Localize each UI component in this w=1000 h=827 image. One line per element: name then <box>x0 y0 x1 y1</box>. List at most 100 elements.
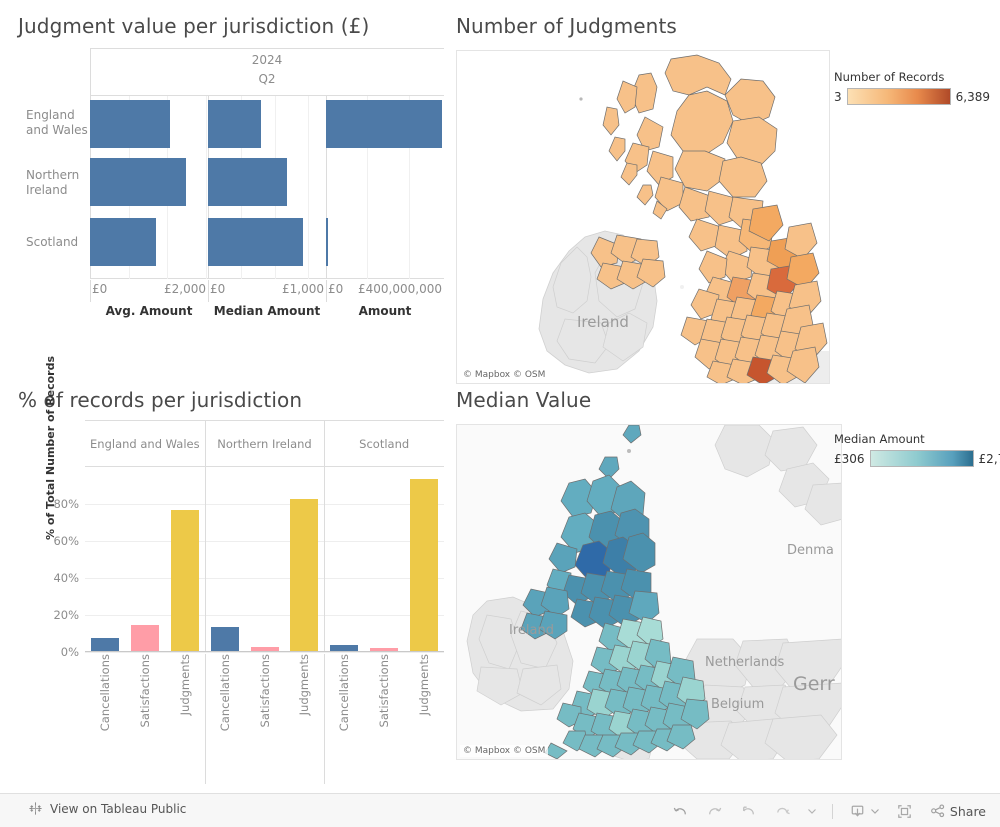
panel-title-pct-records: % of records per jurisdiction <box>18 388 303 412</box>
map-label-belgium: Belgium <box>711 697 765 712</box>
measure-name[interactable]: Median Amount <box>208 304 326 318</box>
jurisdiction-header-northern-ireland[interactable]: Northern Ireland <box>205 421 325 468</box>
row-label-england-and-wales[interactable]: England and Wales <box>26 108 90 138</box>
x-tick-label-cancellations[interactable]: Cancellations <box>98 654 112 731</box>
x-tick-label-satisfactions[interactable]: Satisfactions <box>258 654 272 727</box>
bar-england-and-wales[interactable] <box>326 100 442 148</box>
x-tick-label-judgments[interactable]: Judgments <box>178 654 192 715</box>
legend-ramp-row: £306 £2,743 <box>834 450 1000 467</box>
map-label-ireland: Ireland <box>509 623 554 638</box>
panel-pct-records: % of records per jurisdiction % of Total… <box>18 356 448 800</box>
panel-title-median-value: Median Value <box>456 388 592 412</box>
view-on-tableau-public-link[interactable]: View on Tableau Public <box>28 801 186 816</box>
bar-england-and-wales-judgments[interactable] <box>170 510 199 651</box>
axis-separator <box>90 280 91 302</box>
judgment-value-plot <box>90 96 444 279</box>
bar-northern-ireland[interactable] <box>90 158 186 206</box>
measure-name[interactable]: Amount <box>326 304 444 318</box>
map-label-denmark: Denma <box>787 543 834 558</box>
tableau-logo-icon <box>29 802 42 815</box>
header-vline-left <box>90 48 91 96</box>
share-label: Share <box>949 803 986 819</box>
bar-northern-ireland-judgments[interactable] <box>290 499 319 651</box>
map-label-germany: Gerr <box>793 673 835 695</box>
bar-northern-ireland-cancellations[interactable] <box>210 626 239 651</box>
map-median-value[interactable]: Ireland Denma Netherlands Belgium Gerr ©… <box>456 424 842 760</box>
bar-northern-ireland-satisfactions[interactable] <box>250 647 279 651</box>
x-tick-label-cancellations[interactable]: Cancellations <box>218 654 232 731</box>
axis-ticks: £0 £1,000 <box>208 280 326 302</box>
view-on-tableau-public-label: View on Tableau Public <box>50 801 187 816</box>
bar-scotland[interactable] <box>326 218 328 266</box>
panel-separator <box>204 654 206 784</box>
map-number-of-judgments[interactable]: Ireland © Mapbox © OSM <box>456 50 830 384</box>
measure-name-row: Avg. Amount Median Amount Amount <box>90 304 444 328</box>
legend-max-value: £2,743 <box>978 451 1000 466</box>
panel-title-number-of-judgments: Number of Judgments <box>456 14 677 38</box>
caret-down-icon[interactable] <box>807 806 817 816</box>
x-tick-label-satisfactions[interactable]: Satisfactions <box>377 654 391 727</box>
x-tick-label-judgments[interactable]: Judgments <box>297 654 311 715</box>
bar-scotland[interactable] <box>208 218 303 266</box>
redo-icon[interactable] <box>705 802 724 821</box>
map-label-netherlands: Netherlands <box>705 655 785 670</box>
axis-ticks: £0 £2,000 <box>90 280 208 302</box>
toolbar-divider <box>831 803 833 819</box>
legend-median-amount: Median Amount £306 £2,743 <box>834 432 1000 467</box>
map-label-ireland: Ireland <box>577 313 629 331</box>
bar-northern-ireland[interactable] <box>208 158 287 206</box>
map-attribution: © Mapbox © OSM <box>460 369 549 381</box>
bar-scotland-satisfactions[interactable] <box>370 648 399 651</box>
column-header-band: 2024 Q2 <box>90 48 444 96</box>
x-tick-label-satisfactions[interactable]: Satisfactions <box>138 654 152 727</box>
legend-max-value: 6,389 <box>955 89 990 104</box>
share-icon[interactable]: Share <box>929 802 986 820</box>
bar-england-and-wales[interactable] <box>208 100 262 148</box>
panel-number-of-judgments: Number of Judgments Ireland © Mapbox © O… <box>456 14 990 384</box>
legend-title: Number of Records <box>834 70 945 84</box>
jurisdiction-header-england-and-wales[interactable]: England and Wales <box>85 421 205 468</box>
axis-tick-max: £400,000,000 <box>358 282 442 296</box>
judgment-value-matrix-chart[interactable]: 2024 Q2 England and Wales Northern Irela… <box>18 48 444 338</box>
legend-min-value: 3 <box>834 89 842 104</box>
map-orange-svg <box>457 51 829 383</box>
undo-icon[interactable] <box>671 802 690 821</box>
y-tick-label: 60% <box>53 534 79 548</box>
x-tick-label-cancellations[interactable]: Cancellations <box>337 654 351 731</box>
measure-name[interactable]: Avg. Amount <box>90 304 208 318</box>
bar-scotland-judgments[interactable] <box>410 478 439 651</box>
legend-ramp-row: 3 6,389 <box>834 88 990 105</box>
legend-number-of-records: Number of Records 3 6,389 <box>834 70 990 105</box>
fullscreen-icon[interactable] <box>895 802 914 821</box>
legend-gradient-orange <box>846 88 951 105</box>
bar-row <box>90 218 208 266</box>
row-label-scotland[interactable]: Scotland <box>26 235 90 250</box>
bar-england-and-wales-satisfactions[interactable] <box>130 625 159 651</box>
bar-row <box>326 158 444 206</box>
axis-tick-min: £0 <box>92 282 108 296</box>
bar-row <box>208 100 326 148</box>
bar-england-and-wales-cancellations[interactable] <box>90 638 119 651</box>
bar-england-and-wales[interactable] <box>90 100 171 148</box>
bar-row <box>326 218 444 266</box>
download-icon[interactable] <box>848 802 880 821</box>
panel-separator <box>324 467 326 651</box>
pct-records-plot <box>85 467 444 653</box>
axis-separator <box>326 280 327 302</box>
refresh-icon[interactable] <box>773 802 792 821</box>
bar-scotland-cancellations[interactable] <box>330 645 359 651</box>
column-header-quarter: Q2 <box>258 72 276 86</box>
panel-median-value: Median Value Ireland Denma Netherlands B… <box>456 388 1000 788</box>
revert-icon[interactable] <box>739 802 758 821</box>
column-header-year: 2024 <box>251 53 283 67</box>
gridline <box>85 615 444 616</box>
y-tick-label: 80% <box>53 497 79 511</box>
row-label-northern-ireland[interactable]: Northern Ireland <box>26 168 90 198</box>
axis-tick-max: £2,000 <box>164 282 206 296</box>
x-tick-label-judgments[interactable]: Judgments <box>417 654 431 715</box>
legend-title: Median Amount <box>834 432 925 446</box>
pct-records-chart[interactable]: % of Total Number of Records England and… <box>18 356 444 790</box>
jurisdiction-header-scotland[interactable]: Scotland <box>324 421 444 468</box>
panel-separator <box>324 654 326 784</box>
bar-scotland[interactable] <box>90 218 156 266</box>
